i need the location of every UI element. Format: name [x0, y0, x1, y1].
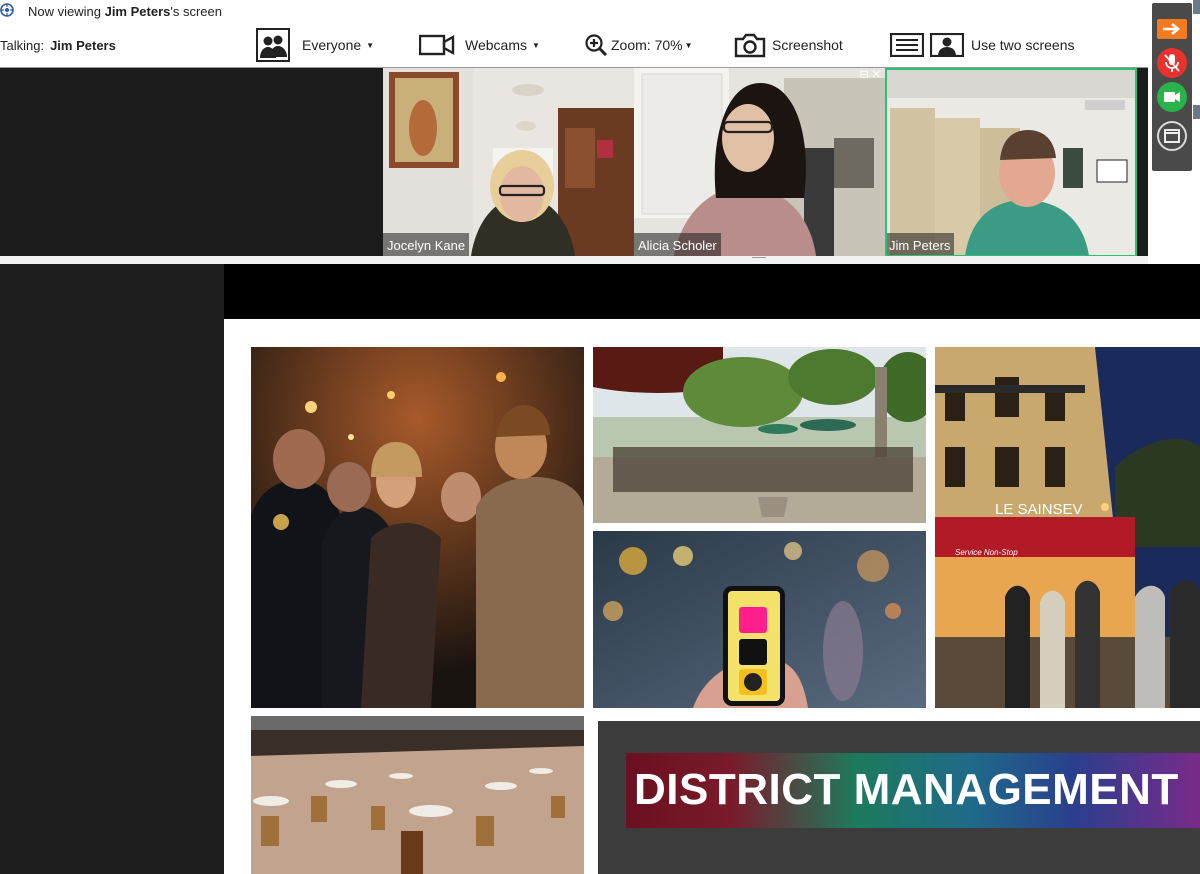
webcam-tile-jim-peters[interactable]: Jim Peters: [885, 68, 1136, 256]
shared-screen-margin: [0, 264, 224, 874]
webcam-tile-alicia-scholer[interactable]: ⊟ ✕ Alicia Scholer: [634, 68, 885, 256]
window-icon: [1164, 129, 1180, 143]
slide-header-bar: [224, 264, 1200, 319]
slide-title: DISTRICT MANAGEMENT: [634, 765, 1179, 814]
video-camera-icon: [1164, 92, 1180, 102]
presenter-icon: [930, 33, 964, 57]
paris-sign-text: LE SAINSEV: [995, 501, 1083, 518]
panel-splitter[interactable]: [0, 256, 1148, 264]
everyone-label: Everyone: [302, 37, 362, 53]
participant-name: Alicia Scholer: [634, 233, 721, 256]
chevron-down-icon: ▼: [531, 40, 540, 50]
viewing-suffix: 's screen: [170, 4, 222, 19]
webcam-tile-jocelyn-kane[interactable]: Jocelyn Kane: [383, 68, 634, 256]
app-logo-icon: [0, 3, 14, 17]
microphone-off-icon: [1164, 54, 1180, 72]
webcam-icon: [419, 34, 455, 56]
arrow-right-icon: [1163, 23, 1181, 35]
chevron-down-icon: ▼: [366, 40, 375, 50]
window-layout-button[interactable]: [1157, 121, 1187, 151]
talking-label: Talking:: [0, 38, 45, 53]
photo-paris-brasserie: LE SAINSEV Service Non-Stop: [935, 347, 1200, 708]
participant-name: Jim Peters: [885, 233, 955, 256]
everyone-dropdown[interactable]: Everyone ▼: [256, 28, 374, 62]
share-screen-button[interactable]: [1157, 19, 1187, 39]
chevron-down-icon: ▼: [684, 40, 693, 50]
scroll-marker: [1193, 0, 1200, 14]
list-icon: [890, 33, 924, 57]
talking-status: Talking: Jim Peters: [0, 38, 116, 53]
photo-nightlife-police: [251, 347, 584, 708]
webcam-video: [634, 68, 885, 256]
two-screens-button[interactable]: Use two screens: [890, 28, 1074, 62]
webcams-dropdown[interactable]: Webcams ▼: [419, 28, 540, 62]
camera-icon: [734, 33, 766, 58]
zoom-label: Zoom: 70%: [611, 37, 683, 53]
zoom-dropdown[interactable]: Zoom: 70% ▼: [584, 28, 693, 62]
mute-microphone-button[interactable]: [1157, 48, 1187, 78]
two-screens-label: Use two screens: [971, 37, 1075, 53]
photo-empty-plaza: [251, 716, 584, 874]
screenshot-label: Screenshot: [772, 37, 843, 53]
viewing-prefix: Now viewing: [28, 4, 105, 19]
talking-name: Jim Peters: [50, 38, 116, 53]
photo-outdoor-dining: [593, 347, 926, 523]
scroll-marker: [1193, 105, 1200, 119]
webcam-video: [885, 68, 1136, 256]
zoom-in-icon: [585, 34, 608, 57]
photo-rideshare-phone: [593, 531, 926, 708]
close-icon[interactable]: ⊟ ✕: [860, 68, 882, 81]
participant-name: Jocelyn Kane: [383, 233, 470, 256]
people-icon: [256, 28, 290, 62]
viewing-name: Jim Peters: [104, 4, 171, 19]
screenshot-button[interactable]: Screenshot: [734, 28, 843, 62]
webcams-label: Webcams: [465, 37, 527, 53]
toggle-camera-button[interactable]: [1157, 82, 1187, 112]
cafe-sign-text: Service Non-Stop: [955, 548, 1018, 557]
viewing-status: Now viewing Jim Peters's screen: [28, 4, 222, 19]
webcam-video: [383, 68, 634, 256]
